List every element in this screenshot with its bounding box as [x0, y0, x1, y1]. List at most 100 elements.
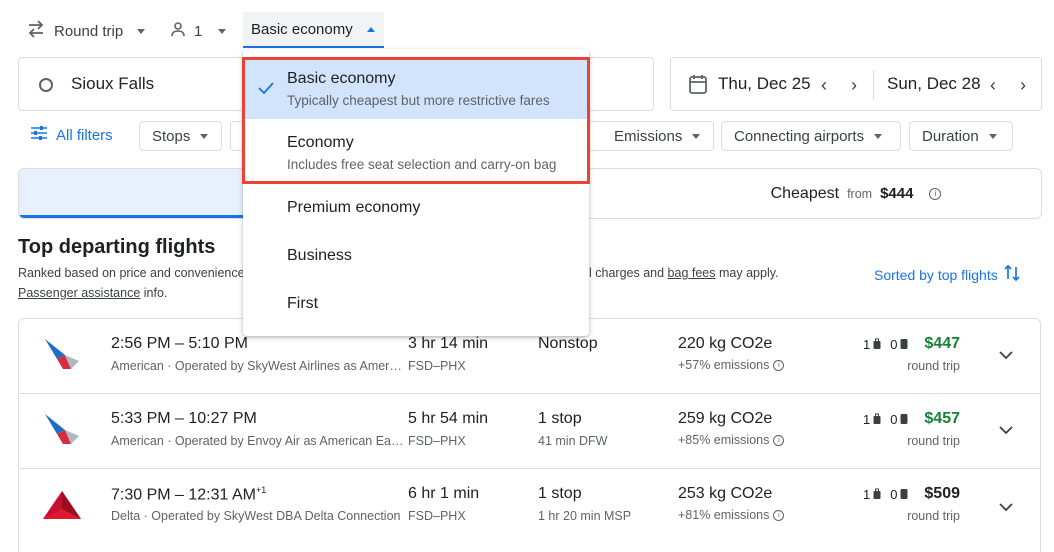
chevron-down-icon — [874, 133, 883, 139]
flight-stops: 1 stop — [538, 485, 582, 502]
flight-route: FSD–PHX — [408, 359, 466, 373]
results-heading: Top departing flights — [18, 236, 216, 258]
may-apply-text: may apply. — [719, 266, 779, 280]
trip-type-label: Round trip — [54, 22, 124, 40]
cheapest-tab-label: Cheapest — [770, 184, 840, 202]
flight-co2: 259 kg CO2e — [678, 410, 773, 427]
chevron-down-icon — [200, 133, 209, 139]
bag-fees-link[interactable]: bag fees — [668, 266, 716, 280]
emissions-delta-text: +85% emissions — [678, 433, 770, 447]
emissions-delta-text: +81% emissions — [678, 508, 770, 522]
checked-bag-count: 0 — [890, 412, 898, 427]
flight-duration: 5 hr 54 min — [408, 410, 489, 427]
cabin-class-dropdown: Basic economy Typically cheapest but mor… — [243, 49, 589, 336]
stops-filter-label: Stops — [152, 127, 191, 145]
date-divider — [873, 70, 874, 100]
all-filters-button[interactable]: All filters — [31, 126, 113, 144]
depart-prev-chevron-icon[interactable]: ‹ — [821, 75, 827, 96]
expand-chevron-icon[interactable] — [999, 347, 1013, 365]
cabin-option-subtitle: Includes free seat selection and carry-o… — [287, 157, 557, 172]
chevron-down-icon — [137, 28, 146, 34]
flight-airline: American · Operated by Envoy Air as Amer… — [111, 434, 404, 448]
sort-arrows-icon — [1004, 264, 1020, 285]
cabin-option-basic-economy[interactable]: Basic economy Typically cheapest but mor… — [243, 59, 589, 119]
trip-type-select[interactable]: Round trip — [26, 20, 146, 42]
passenger-select[interactable]: 1 — [170, 20, 227, 42]
chevron-down-icon — [988, 133, 997, 139]
stops-filter-chip[interactable]: Stops — [139, 121, 222, 151]
expand-chevron-icon[interactable] — [999, 422, 1013, 440]
cheapest-price: $444 — [880, 185, 914, 202]
connecting-airports-filter-label: Connecting airports — [734, 127, 865, 145]
carry-on-bag-icon — [873, 412, 881, 427]
fees-note: l charges and bag fees may apply. — [589, 266, 779, 280]
checked-bag-count: 0 — [890, 487, 898, 502]
chevron-down-icon — [692, 133, 701, 139]
sort-button[interactable]: Sorted by top flights — [874, 264, 1020, 285]
flight-times-text: 7:30 PM – 12:31 AM — [111, 486, 256, 504]
emissions-filter-label: Emissions — [614, 127, 683, 145]
carry-on-count: 1 — [863, 337, 871, 352]
cabin-class-label: Basic economy — [251, 20, 353, 38]
duration-filter-label: Duration — [922, 127, 979, 145]
passenger-count: 1 — [194, 22, 203, 40]
cabin-option-economy[interactable]: Economy Includes free seat selection and… — [243, 119, 589, 185]
flight-stop-detail: 1 hr 20 min MSP — [538, 509, 632, 523]
cabin-option-title: Basic economy — [287, 70, 396, 87]
bag-allowance: 1 0 — [863, 337, 908, 352]
expand-chevron-icon[interactable] — [999, 499, 1013, 517]
cabin-option-title: Business — [287, 247, 352, 264]
info-icon[interactable]: i — [773, 509, 785, 521]
delta-logo-icon — [43, 491, 81, 526]
flight-route: FSD–PHX — [408, 434, 466, 448]
info-icon[interactable]: i — [773, 359, 785, 371]
american-airlines-logo-icon — [43, 337, 81, 376]
flight-row[interactable]: 5:33 PM – 10:27 PM American · Operated b… — [18, 393, 1041, 469]
cheapest-tab[interactable]: Cheapest from $444 i — [531, 169, 1041, 218]
emissions-filter-chip[interactable]: Emissions — [583, 121, 714, 151]
return-prev-chevron-icon[interactable]: ‹ — [990, 75, 996, 96]
flight-airline: American · Operated by SkyWest Airlines … — [111, 359, 402, 373]
flight-row[interactable]: 7:30 PM – 12:31 AM+1 Delta · Operated by… — [18, 468, 1041, 552]
flight-price-note: round trip — [907, 509, 960, 523]
flight-stops: 1 stop — [538, 410, 582, 427]
duration-filter-chip[interactable]: Duration — [909, 121, 1013, 151]
carry-on-count: 1 — [863, 412, 871, 427]
person-icon — [170, 21, 186, 41]
ranked-text: Ranked based on price and convenience — [18, 266, 245, 280]
sorted-by-label: Sorted by top flights — [874, 266, 998, 283]
charges-text: l charges and — [589, 266, 665, 280]
american-airlines-logo-icon — [43, 412, 81, 451]
info-text: info. — [143, 286, 168, 300]
check-icon — [258, 81, 274, 99]
tune-icon — [31, 126, 47, 144]
cabin-option-title: First — [287, 295, 319, 312]
depart-date[interactable]: Thu, Dec 25 — [718, 74, 811, 94]
cabin-class-select[interactable]: Basic economy — [243, 12, 384, 48]
flight-times: 7:30 PM – 12:31 AM+1 — [111, 485, 266, 504]
date-field[interactable]: Thu, Dec 25 ‹ › Sun, Dec 28 ‹ › — [670, 57, 1042, 111]
connecting-airports-filter-chip[interactable]: Connecting airports — [721, 121, 901, 151]
flight-emissions-delta: +85% emissions i — [678, 433, 785, 447]
info-icon[interactable]: i — [773, 434, 785, 446]
depart-next-chevron-icon[interactable]: › — [851, 75, 857, 96]
cabin-option-business[interactable]: Business — [243, 233, 589, 281]
flight-stops: Nonstop — [538, 335, 598, 352]
return-next-chevron-icon[interactable]: › — [1020, 75, 1026, 96]
bag-allowance: 1 0 — [863, 412, 908, 427]
info-icon[interactable]: i — [929, 187, 942, 200]
flight-emissions-delta: +81% emissions i — [678, 508, 785, 522]
emissions-delta-text: +57% emissions — [678, 358, 770, 372]
flight-emissions-delta: +57% emissions i — [678, 358, 785, 372]
passenger-assistance-line: Passenger assistance info. — [18, 286, 167, 300]
carry-on-count: 1 — [863, 487, 871, 502]
chevron-down-icon — [218, 28, 227, 34]
checked-bag-icon — [900, 487, 908, 502]
cabin-option-premium-economy[interactable]: Premium economy — [243, 185, 589, 233]
return-date[interactable]: Sun, Dec 28 — [887, 74, 981, 94]
flight-price-note: round trip — [907, 359, 960, 373]
bag-allowance: 1 0 — [863, 487, 908, 502]
passenger-assistance-link[interactable]: Passenger assistance — [18, 286, 140, 300]
checked-bag-count: 0 — [890, 337, 898, 352]
cabin-option-first[interactable]: First — [243, 281, 589, 329]
